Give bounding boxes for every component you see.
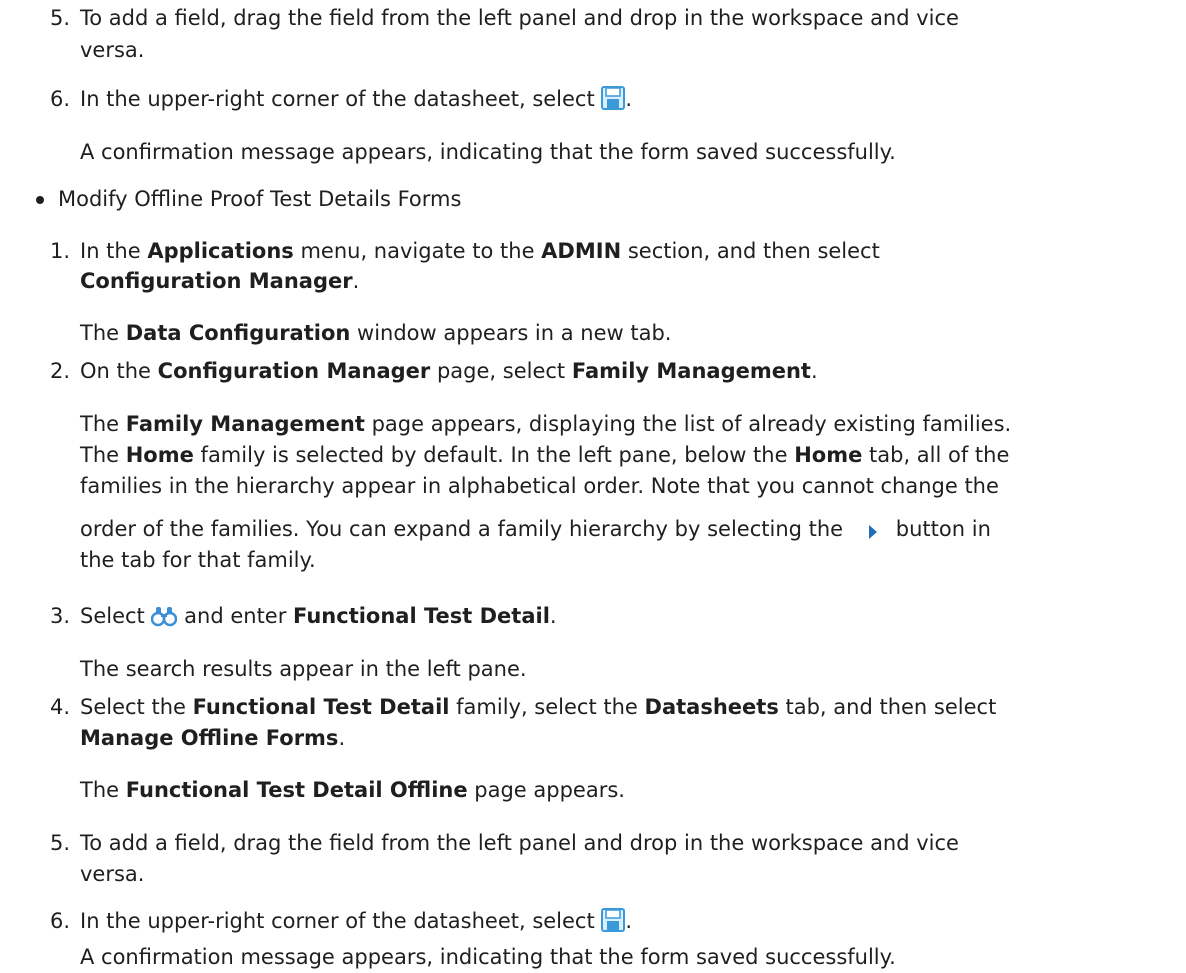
save-icon bbox=[601, 86, 626, 119]
step-number: 4. bbox=[50, 695, 71, 719]
step-text: In the upper-right corner of the datashe… bbox=[80, 84, 632, 119]
step-number: 6. bbox=[50, 87, 71, 111]
expand-arrow-icon bbox=[868, 518, 878, 549]
step-text: To add a field, drag the field from the … bbox=[80, 831, 959, 855]
step-result: A confirmation message appears, indicati… bbox=[80, 945, 896, 969]
document-page: 5. To add a field, drag the field from t… bbox=[0, 0, 1186, 972]
bullet-heading: Modify Offline Proof Test Details Forms bbox=[58, 187, 462, 211]
bullet-marker bbox=[36, 196, 44, 204]
save-icon bbox=[601, 908, 626, 941]
step-result: The search results appear in the left pa… bbox=[80, 657, 527, 681]
step-result: the tab for that family. bbox=[80, 548, 316, 572]
step-text: In the Applications menu, navigate to th… bbox=[80, 239, 880, 263]
step-text: versa. bbox=[80, 862, 145, 886]
step-result: The Family Management page appears, disp… bbox=[80, 412, 1012, 436]
step-result: order of the families. You can expand a … bbox=[80, 514, 991, 549]
step-text: On the Configuration Manager page, selec… bbox=[80, 359, 818, 383]
step-result: The Home family is selected by default. … bbox=[80, 443, 1010, 467]
step-text: versa. bbox=[80, 38, 145, 62]
binoculars-icon bbox=[151, 605, 178, 636]
step-number: 2. bbox=[50, 359, 71, 383]
step-result: A confirmation message appears, indicati… bbox=[80, 140, 896, 164]
step-result: families in the hierarchy appear in alph… bbox=[80, 474, 999, 498]
step-number: 5. bbox=[50, 831, 71, 855]
step-text: Select the Functional Test Detail family… bbox=[80, 695, 997, 719]
step-number: 6. bbox=[50, 909, 71, 933]
step-text: Select and enter Functional Test Detail. bbox=[80, 601, 557, 636]
step-number: 1. bbox=[50, 239, 71, 263]
step-text: In the upper-right corner of the datashe… bbox=[80, 906, 632, 941]
step-result: The Data Configuration window appears in… bbox=[80, 321, 672, 345]
step-number: 3. bbox=[50, 604, 71, 628]
step-number: 5. bbox=[50, 6, 71, 30]
step-text: To add a field, drag the field from the … bbox=[80, 6, 959, 30]
step-text: Configuration Manager. bbox=[80, 269, 360, 293]
step-text: Manage Offline Forms. bbox=[80, 726, 346, 750]
step-result: The Functional Test Detail Offline page … bbox=[80, 778, 625, 802]
